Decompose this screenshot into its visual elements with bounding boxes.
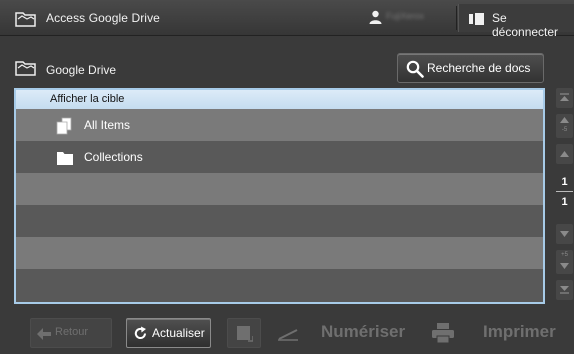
location-bar: Google Drive Recherche de docs — [0, 48, 574, 86]
logout-door-icon — [469, 12, 485, 30]
refresh-icon — [133, 326, 148, 346]
empty-row — [16, 237, 543, 269]
refresh-button[interactable]: Actualiser — [126, 318, 211, 348]
chevron-down-icon — [560, 263, 569, 269]
app-title: Access Google Drive — [46, 11, 160, 25]
file-list: Afficher la cible All Items Collections — [14, 88, 545, 304]
bottom-toolbar: Retour Actualiser Numériser Imprimer — [0, 312, 574, 354]
logout-button[interactable]: Se déconnecter — [458, 4, 574, 39]
list-item-label: Collections — [84, 150, 143, 164]
list-header-label: Afficher la cible — [50, 93, 125, 105]
step-up-label: -5 — [561, 127, 568, 133]
step-down-label: +5 — [561, 252, 568, 258]
scroll-top-icon — [560, 93, 569, 101]
scroll-down-5-button[interactable]: +5 — [556, 250, 573, 274]
scan-label: Numériser — [321, 322, 406, 341]
scroll-bottom-icon — [560, 286, 569, 294]
user-icon — [369, 10, 382, 29]
scroll-down-button[interactable] — [556, 224, 573, 244]
list-item-collections[interactable]: Collections — [16, 141, 543, 173]
list-header: Afficher la cible — [16, 90, 543, 109]
search-docs-button[interactable]: Recherche de docs — [397, 53, 544, 83]
back-label: Retour — [55, 326, 89, 338]
total-pages: 1 — [561, 196, 568, 208]
new-document-button[interactable] — [227, 318, 261, 348]
scroll-up-5-button[interactable]: -5 — [556, 114, 573, 138]
page-scroller: -5 1 1 +5 — [555, 88, 574, 304]
search-docs-label: Recherche de docs — [427, 61, 531, 75]
print-label: Imprimer — [483, 322, 556, 341]
list-item-all-items[interactable]: All Items — [16, 109, 543, 141]
chevron-down-icon — [560, 231, 569, 237]
drive-folder-icon — [15, 60, 37, 81]
printer-icon — [432, 323, 454, 348]
chevron-up-icon — [560, 151, 569, 157]
drive-folder-icon — [15, 11, 37, 32]
list-item-label: All Items — [84, 118, 131, 132]
scan-icon — [277, 325, 299, 346]
scroll-up-button[interactable] — [556, 144, 573, 164]
folder-icon — [56, 149, 74, 172]
scan-button[interactable]: Numériser — [273, 318, 420, 348]
document-add-icon — [236, 325, 254, 347]
chevron-up-icon — [560, 117, 569, 123]
search-icon — [406, 60, 424, 83]
user-name: FujiXerox — [386, 11, 425, 21]
title-bar: Access Google Drive FujiXerox Se déconne… — [0, 0, 574, 39]
arrow-left-icon — [37, 327, 51, 345]
back-button[interactable]: Retour — [30, 318, 112, 348]
empty-row — [16, 205, 543, 237]
scroll-bottom-button[interactable] — [556, 280, 573, 300]
document-stack-icon — [56, 117, 74, 140]
current-page: 1 — [561, 176, 568, 188]
refresh-label: Actualiser — [152, 326, 205, 340]
location-title: Google Drive — [46, 63, 117, 77]
title-divider — [456, 6, 457, 30]
logout-label: Se déconnecter — [492, 11, 559, 39]
empty-row — [16, 269, 543, 302]
empty-row — [16, 173, 543, 205]
scroll-top-button[interactable] — [556, 88, 573, 108]
page-divider — [556, 191, 573, 192]
print-button[interactable]: Imprimer — [428, 318, 572, 348]
